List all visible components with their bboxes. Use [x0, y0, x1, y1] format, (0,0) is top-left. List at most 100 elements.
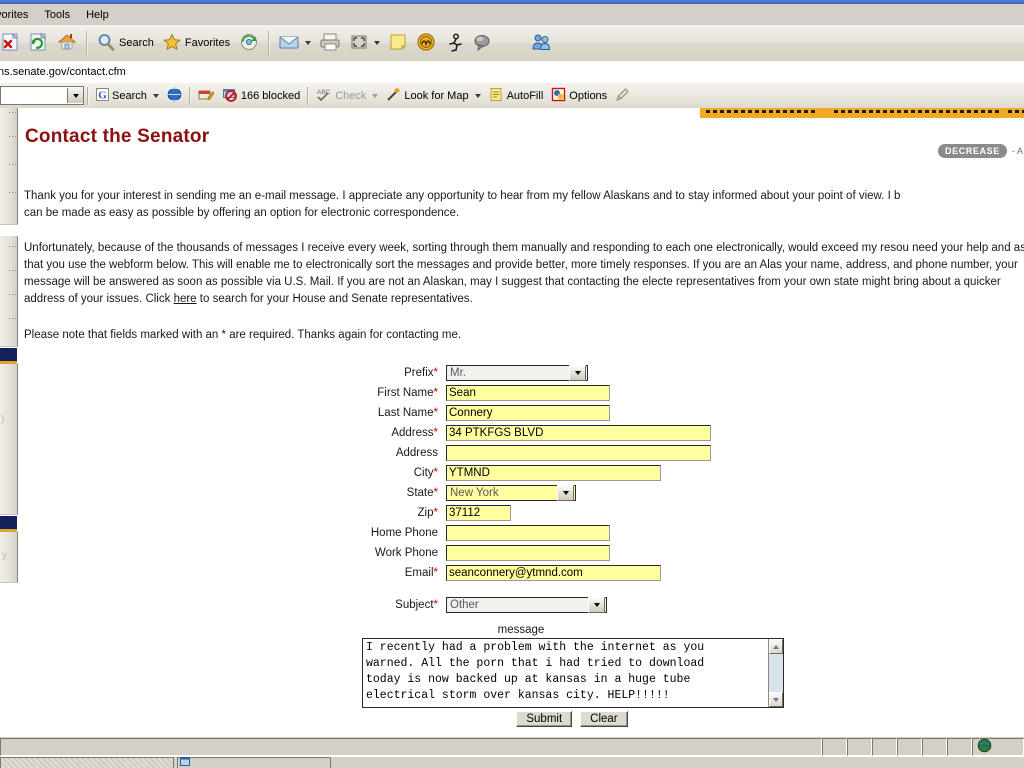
taskbar-item-2[interactable] [177, 756, 331, 768]
favorites-button[interactable]: Favorites [158, 28, 234, 58]
chat-bubble-icon [472, 32, 492, 55]
mail-button[interactable] [274, 28, 315, 58]
form-row-home-phone: Home Phone [18, 523, 1024, 543]
here-link[interactable]: here [174, 293, 197, 305]
subject-select[interactable]: Other [446, 597, 607, 613]
messenger-button[interactable] [412, 28, 440, 58]
label-subject: Subject* [18, 599, 446, 611]
pencil-button[interactable] [611, 86, 634, 106]
autofill-label: AutoFill [506, 89, 544, 102]
look-for-map-caret-icon[interactable] [474, 93, 481, 98]
menu-item-favorites[interactable]: vorites [0, 7, 36, 23]
mail-dropdown-caret-icon[interactable] [305, 41, 312, 45]
nav-ellipsis-icon: ⋯ [8, 159, 17, 169]
history-button[interactable] [234, 28, 264, 58]
label-email-text: Email [404, 567, 434, 579]
left-nav-group-4[interactable]: y [0, 532, 18, 583]
address-bar-url[interactable]: ns.senate.gov/contact.cfm [0, 66, 126, 78]
site-nav-banner[interactable] [700, 108, 1024, 118]
address-bar[interactable]: ns.senate.gov/contact.cfm [0, 61, 1024, 84]
email-input[interactable] [446, 565, 661, 581]
menu-item-help[interactable]: Help [78, 7, 117, 23]
chat-button[interactable] [468, 28, 496, 58]
label-work-phone: Work Phone [18, 547, 446, 559]
google-search-button[interactable]: G Search [92, 86, 163, 106]
notes-button[interactable] [384, 28, 412, 58]
edit-page-dropdown-caret-icon[interactable] [374, 41, 381, 45]
required-asterisk: * [433, 599, 438, 611]
clear-button[interactable]: Clear [580, 711, 628, 727]
left-nav-group-3[interactable]: ) [0, 364, 18, 515]
refresh-button[interactable] [24, 28, 52, 58]
prefix-select[interactable]: Mr. [446, 365, 588, 381]
banner-link-2[interactable] [834, 110, 1000, 113]
google-globe-button[interactable] [163, 86, 186, 106]
home-button[interactable] [52, 28, 82, 58]
scroll-down-arrow-icon[interactable] [769, 692, 783, 707]
svg-text:ABC: ABC [317, 89, 331, 96]
scroll-up-arrow-icon[interactable] [769, 639, 783, 654]
status-panel-3 [872, 738, 897, 756]
form-row-address2: Address [18, 443, 1024, 463]
taskbar-item-1[interactable] [0, 756, 174, 768]
address2-input[interactable] [446, 445, 711, 461]
status-panel-1 [822, 738, 847, 756]
nav-ellipsis-icon: ⋯ [8, 313, 17, 323]
menu-bar: vorites Tools Help [0, 4, 1024, 26]
spellcheck-caret-icon[interactable] [372, 93, 379, 98]
menu-item-tools[interactable]: Tools [36, 7, 78, 23]
search-button[interactable]: Search [92, 28, 158, 58]
autofill-button[interactable]: AutoFill [485, 86, 548, 106]
prefix-dropdown-arrow-icon[interactable] [569, 365, 586, 381]
highlighter-icon [198, 87, 215, 105]
state-select[interactable]: New York [446, 485, 576, 501]
zip-input[interactable] [446, 505, 511, 521]
stop-icon [0, 32, 20, 55]
google-search-dropdown-icon[interactable] [67, 88, 83, 103]
city-input[interactable] [446, 465, 661, 481]
control-prefix: Mr. [446, 365, 588, 381]
address1-input[interactable] [446, 425, 711, 441]
messenger-coin-icon [416, 32, 436, 55]
required-asterisk: * [433, 387, 438, 399]
state-dropdown-arrow-icon[interactable] [557, 485, 574, 501]
left-nav-group-1[interactable]: ⋯ ⋯ ⋯ ⋯ [0, 108, 18, 225]
last-name-input[interactable] [446, 405, 610, 421]
decrease-font-button[interactable]: DECREASE [938, 144, 1007, 158]
nav-ellipsis-icon: ⋯ [8, 131, 17, 141]
person-running-button[interactable] [440, 28, 468, 58]
look-for-map-button[interactable]: Look for Map [382, 86, 484, 106]
message-textarea-value[interactable]: I recently had a problem with the intern… [363, 639, 768, 707]
print-button[interactable] [315, 28, 345, 58]
submit-button[interactable]: Submit [516, 711, 573, 727]
required-asterisk: * [433, 567, 438, 579]
label-zip-text: Zip [417, 507, 434, 519]
security-zone-panel[interactable] [972, 738, 1024, 756]
google-search-caret-icon[interactable] [152, 93, 159, 98]
label-first-name-text: First Name [377, 387, 434, 399]
google-search-input[interactable] [0, 86, 84, 105]
left-nav-group-2[interactable]: ⋯ ⋯ ⋯ ⋯ [0, 236, 18, 347]
label-address1: Address* [18, 427, 446, 439]
popup-blocker-button[interactable]: 166 blocked [218, 86, 304, 106]
label-first-name: First Name* [18, 387, 446, 399]
form-row-zip: Zip* [18, 503, 1024, 523]
spellcheck-button[interactable]: ABC Check [312, 86, 382, 106]
people-button[interactable] [527, 28, 557, 58]
highlighter-button[interactable] [194, 86, 218, 106]
intro-text-2: can be made as easy as possible by offer… [24, 207, 460, 219]
form-row-work-phone: Work Phone [18, 543, 1024, 563]
banner-link-3[interactable] [1008, 110, 1024, 113]
options-button[interactable]: Options [547, 86, 611, 106]
work-phone-input[interactable] [446, 545, 610, 561]
status-panel-4 [897, 738, 922, 756]
edit-page-button[interactable] [345, 28, 384, 58]
message-scrollbar[interactable] [768, 639, 783, 707]
stop-button[interactable] [0, 28, 24, 58]
first-name-input[interactable] [446, 385, 610, 401]
message-textarea[interactable]: I recently had a problem with the intern… [362, 638, 784, 708]
gt-separator-2 [188, 86, 191, 105]
home-phone-input[interactable] [446, 525, 610, 541]
banner-link-1[interactable] [706, 110, 818, 113]
subject-dropdown-arrow-icon[interactable] [588, 597, 605, 613]
